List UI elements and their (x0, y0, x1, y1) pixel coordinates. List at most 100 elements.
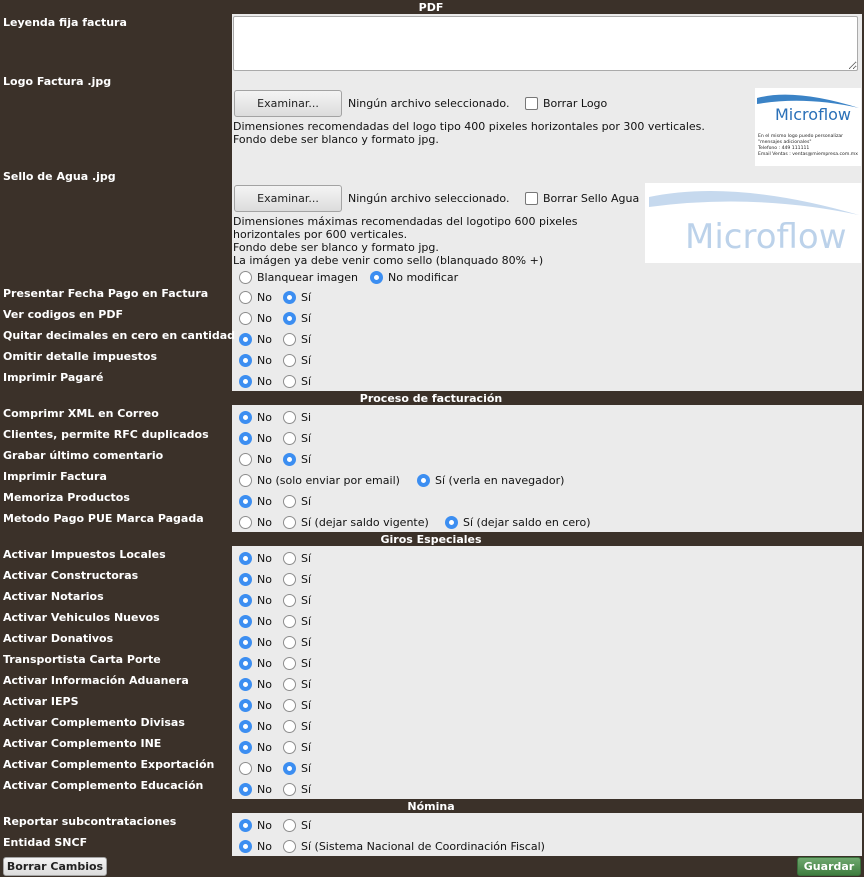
no-radio[interactable]: No (239, 840, 272, 853)
radio-selected-icon (239, 657, 252, 670)
entidad-si-radio[interactable]: Sí (Sistema Nacional de Coordinación Fis… (283, 840, 545, 853)
borrar-sello-checkbox[interactable]: Borrar Sello Agua (525, 192, 639, 205)
radio-selected-icon (283, 312, 296, 325)
si-radio[interactable]: Sí (283, 291, 311, 304)
radio-icon (239, 762, 252, 775)
si-radio[interactable]: Sí (283, 741, 311, 754)
option-row-label: Grabar último comentario (3, 449, 164, 462)
no-radio[interactable]: No (239, 552, 272, 565)
si-radio[interactable]: Sí (283, 636, 311, 649)
sello-hint-3: Fondo debe ser blanco y formato jpg. (233, 241, 439, 254)
guardar-button[interactable]: Guardar (797, 857, 861, 876)
option-row-label: Comprimr XML en Correo (3, 407, 159, 420)
si-radio[interactable]: Sí (283, 594, 311, 607)
borrar-logo-checkbox[interactable]: Borrar Logo (525, 97, 607, 110)
no-radio[interactable]: No (239, 819, 272, 832)
no-radio[interactable]: No (239, 375, 272, 388)
imprimir-si-radio[interactable]: Sí (verla en navegador) (417, 474, 564, 487)
no-radio-label: No (257, 573, 272, 586)
no-radio[interactable]: No (239, 657, 272, 670)
option-row-label: Memoriza Productos (3, 491, 130, 504)
no-radio[interactable]: No (239, 432, 272, 445)
pue-no-radio[interactable]: No (239, 516, 272, 529)
proceso-pane (232, 405, 862, 532)
si-radio[interactable]: Sí (283, 678, 311, 691)
no-radio[interactable]: No (239, 615, 272, 628)
si-radio[interactable]: Sí (283, 375, 311, 388)
radio-icon (283, 354, 296, 367)
option-row-label: Presentar Fecha Pago en Factura (3, 287, 209, 300)
no-radio[interactable]: No (239, 453, 272, 466)
radio-icon (283, 375, 296, 388)
radio-icon (283, 636, 296, 649)
logo-hint-1: Dimensiones recomendadas del logo tipo 4… (233, 120, 705, 133)
si-radio-label: Sí (301, 699, 312, 712)
si-radio-label: Sí (301, 657, 312, 670)
no-radio[interactable]: No (239, 333, 272, 346)
si-radio[interactable]: Sí (283, 453, 311, 466)
si-radio[interactable]: Sí (283, 819, 311, 832)
radio-icon (283, 594, 296, 607)
radio-icon (283, 657, 296, 670)
imprimir-no-radio[interactable]: No (solo enviar por email) (239, 474, 400, 487)
sello-browse-button[interactable]: Examinar... (234, 185, 342, 212)
no-radio[interactable]: No (239, 291, 272, 304)
option-row-label: Activar Impuestos Locales (3, 548, 166, 561)
no-radio[interactable]: No (239, 354, 272, 367)
option-row-label: Reportar subcontrataciones (3, 815, 177, 828)
si-radio[interactable]: Sí (283, 495, 311, 508)
logo-browse-button[interactable]: Examinar... (234, 90, 342, 117)
radio-icon (283, 615, 296, 628)
no-radio[interactable]: No (239, 636, 272, 649)
imprimir-si-radio-label: Sí (verla en navegador) (435, 474, 565, 487)
si-radio[interactable]: Sí (283, 552, 311, 565)
option-row-label: Activar Complemento Exportación (3, 758, 215, 771)
no-radio[interactable]: No (239, 411, 272, 424)
si-radio-label: Sí (301, 615, 312, 628)
no-radio[interactable]: No (239, 678, 272, 691)
microflow-watermark-icon: Microflow (649, 191, 859, 257)
si-radio[interactable]: Sí (283, 699, 311, 712)
radio-icon (239, 474, 252, 487)
si-radio[interactable]: Sí (283, 657, 311, 670)
radio-icon (239, 453, 252, 466)
option-row-label: Clientes, permite RFC duplicados (3, 428, 209, 441)
pue-cero-radio[interactable]: Sí (dejar saldo en cero) (445, 516, 590, 529)
option-row-label: Activar Vehiculos Nuevos (3, 611, 160, 624)
leyenda-textarea[interactable] (233, 16, 858, 71)
blanquear-radio[interactable]: Blanquear imagen (239, 271, 358, 284)
si-radio[interactable]: Sí (283, 762, 311, 775)
si-radio[interactable]: Sí (283, 720, 311, 733)
si-radio[interactable]: Sí (283, 432, 311, 445)
no-radio-label: No (257, 636, 272, 649)
no-modificar-radio[interactable]: No modificar (370, 271, 458, 284)
radio-icon (239, 271, 252, 284)
logo-hint-2: Fondo debe ser blanco y formato jpg. (233, 133, 439, 146)
radio-selected-icon (370, 271, 383, 284)
pue-vigente-radio[interactable]: Sí (dejar saldo vigente) (283, 516, 429, 529)
no-radio[interactable]: No (239, 720, 272, 733)
no-radio[interactable]: No (239, 762, 272, 775)
section-header-proceso: Proceso de facturación (0, 392, 862, 405)
no-radio[interactable]: No (239, 495, 272, 508)
no-radio[interactable]: No (239, 783, 272, 796)
si-radio[interactable]: Sí (283, 573, 311, 586)
si-radio[interactable]: Sí (283, 783, 311, 796)
si-radio[interactable]: Sí (283, 354, 311, 367)
option-row-label: Metodo Pago PUE Marca Pagada (3, 512, 204, 525)
no-radio[interactable]: No (239, 312, 272, 325)
radio-selected-icon (283, 762, 296, 775)
blanquear-label: Blanquear imagen (257, 271, 359, 284)
no-radio[interactable]: No (239, 741, 272, 754)
si-radio[interactable]: Sí (283, 615, 311, 628)
section-header-giros: Giros Especiales (0, 533, 862, 546)
no-radio[interactable]: No (239, 573, 272, 586)
section-title: Nómina (407, 800, 455, 813)
pue-no-radio-label: No (257, 516, 272, 529)
no-radio[interactable]: No (239, 699, 272, 712)
si-radio[interactable]: Sí (283, 333, 311, 346)
no-radio[interactable]: No (239, 594, 272, 607)
si-radio[interactable]: Sí (283, 312, 311, 325)
si-radio[interactable]: Si (283, 411, 311, 424)
borrar-cambios-button[interactable]: Borrar Cambios (3, 857, 107, 876)
